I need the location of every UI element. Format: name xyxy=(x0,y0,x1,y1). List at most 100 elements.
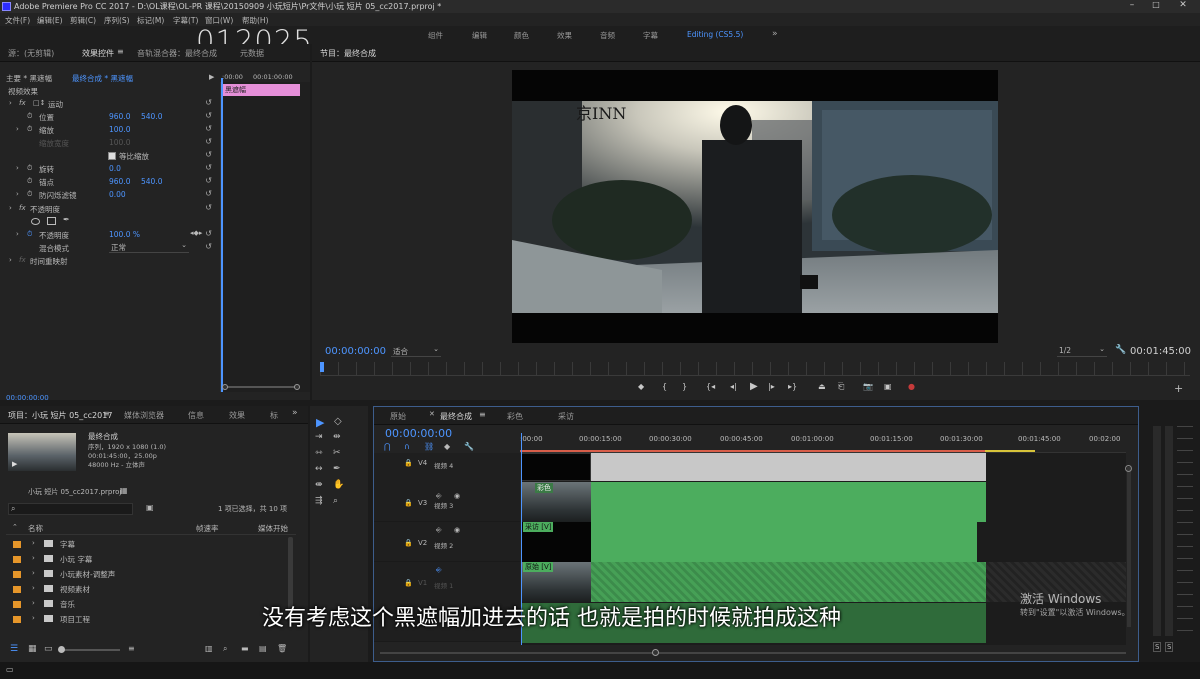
menu-title[interactable]: 字幕(T) xyxy=(173,15,198,26)
reset-scale-width-icon[interactable]: ↺ xyxy=(205,137,212,146)
clip-thumbnail[interactable]: ▶ xyxy=(8,433,76,471)
slide-tool-icon[interactable]: ⇼ xyxy=(315,480,323,490)
timeline-scroll-handle[interactable] xyxy=(652,649,659,656)
snap-icon[interactable]: ∩ xyxy=(404,442,410,451)
expand-flicker-icon[interactable]: › xyxy=(16,190,19,198)
expand-arrow-icon[interactable]: › xyxy=(32,539,35,547)
column-name[interactable]: 名称 xyxy=(28,523,43,534)
v2-green-clip[interactable] xyxy=(591,522,977,562)
track-forward-tool-icon[interactable]: ⇶ xyxy=(315,496,323,506)
v4-black-clip[interactable] xyxy=(521,453,591,481)
thumbnail-play-icon[interactable]: ▶ xyxy=(12,460,17,468)
sync-lock-icon[interactable]: ⎆ xyxy=(436,566,442,575)
rectangle-mask-icon[interactable] xyxy=(47,217,56,225)
lock-track-icon[interactable]: 🔒 xyxy=(404,499,413,507)
export-frame-icon[interactable]: 📷 xyxy=(863,382,873,391)
master-clip-label[interactable]: 主要 * 黑遮幅 xyxy=(6,73,52,86)
solo-right-button[interactable]: S xyxy=(1165,642,1174,652)
uniform-scale-checkbox[interactable] xyxy=(108,152,116,160)
minimize-button[interactable]: – xyxy=(1122,0,1142,12)
reset-opacity-icon[interactable]: ↺ xyxy=(205,229,212,238)
new-bin-icon[interactable]: ▬ xyxy=(241,644,249,653)
menu-sequence[interactable]: 序列(S) xyxy=(104,15,130,26)
mark-in-icon[interactable]: { xyxy=(662,382,667,391)
menu-edit[interactable]: 编辑(E) xyxy=(37,15,63,26)
anchor-y-value[interactable]: 540.0 xyxy=(141,177,162,190)
marker-icon[interactable]: ◆ xyxy=(444,442,450,451)
list-view-icon[interactable]: ☰ xyxy=(10,644,18,654)
program-playhead[interactable] xyxy=(320,362,324,372)
tab-effects[interactable]: 效果 xyxy=(229,410,245,421)
v3-green-clip[interactable] xyxy=(591,482,986,522)
ripple-edit-tool-icon[interactable]: ⇥ xyxy=(315,432,323,442)
effect-controls-time[interactable]: 00:00:00:00 xyxy=(6,394,49,402)
reset-scale-icon[interactable]: ↺ xyxy=(205,124,212,133)
timeline-ruler[interactable]: :00:00 00:00:15:00 00:00:30:00 00:00:45:… xyxy=(520,433,1126,453)
effect-clip-bar[interactable]: 黑遮幅 xyxy=(223,84,300,96)
reset-flicker-icon[interactable]: ↺ xyxy=(205,189,212,198)
zoom-handle-right[interactable] xyxy=(294,384,300,390)
menu-marker[interactable]: 标记(M) xyxy=(137,15,164,26)
v3-thumbnail[interactable] xyxy=(521,482,591,522)
new-item-icon[interactable]: ▤ xyxy=(259,644,267,653)
list-item[interactable]: › 小玩 字幕 xyxy=(0,552,290,567)
workspace-effects[interactable]: 效果 xyxy=(557,30,572,41)
zoom-tool-icon[interactable]: ⌕ xyxy=(333,496,338,506)
expand-arrow-icon[interactable]: › xyxy=(32,569,35,577)
solo-left-button[interactable]: S xyxy=(1153,642,1162,652)
automate-sequence-icon[interactable]: ▥ xyxy=(205,644,213,653)
tab-source[interactable]: 源：(无剪辑) xyxy=(8,48,54,59)
lock-track-icon[interactable]: 🔒 xyxy=(404,579,413,587)
sync-lock-icon[interactable]: ⎆ xyxy=(436,526,442,535)
menu-clip[interactable]: 剪辑(C) xyxy=(70,15,96,26)
column-media-start[interactable]: 媒体开始 xyxy=(258,523,288,534)
workspace-editing-cs55[interactable]: Editing (CS5.5) xyxy=(687,30,743,39)
reset-blend-icon[interactable]: ↺ xyxy=(205,242,212,251)
tab-sequence-color[interactable]: 彩色 xyxy=(507,411,523,422)
workspace-titles[interactable]: 字幕 xyxy=(643,30,658,41)
icon-view-icon[interactable]: ▦ xyxy=(28,644,37,654)
anchor-x-value[interactable]: 960.0 xyxy=(109,177,130,190)
track-header-v2[interactable]: ⎆ ◉ 🔒 V2 视频 2 xyxy=(374,522,520,562)
tab-audio-mixer[interactable]: 音轨混合器：最终合成 xyxy=(137,48,217,59)
mini-playhead[interactable] xyxy=(221,78,223,392)
resolution-select[interactable]: 1/2 ⌄ xyxy=(1057,345,1107,357)
project-search-input[interactable]: ⌕ xyxy=(8,503,133,515)
collapse-arrow-icon[interactable]: › xyxy=(9,99,12,107)
timeline-settings-icon[interactable]: 🔧 xyxy=(464,442,474,451)
program-monitor-title[interactable]: 节目：最终合成 xyxy=(320,48,376,59)
reset-position-icon[interactable]: ↺ xyxy=(205,111,212,120)
expand-arrow-icon[interactable]: › xyxy=(32,614,35,622)
close-button[interactable]: ✕ xyxy=(1170,0,1196,12)
position-x-value[interactable]: 960.0 xyxy=(109,112,130,125)
tab-project[interactable]: 项目：小玩 短片 05_cc2017 xyxy=(8,410,112,421)
clear-icon[interactable]: 🗑 xyxy=(277,644,287,653)
extract-icon[interactable]: ⎗ xyxy=(838,382,844,392)
work-area-bar[interactable] xyxy=(520,450,985,452)
list-item[interactable]: › 项目工程 xyxy=(0,612,290,627)
workspace-audio[interactable]: 音频 xyxy=(600,30,615,41)
work-area-end[interactable] xyxy=(985,450,1035,452)
comparison-icon[interactable]: ▣ xyxy=(884,382,892,391)
tab-metadata[interactable]: 元数据 xyxy=(240,48,264,59)
stopwatch-opacity-icon[interactable]: ⏱ xyxy=(27,230,32,239)
stopwatch-anchor-icon[interactable]: ⏱ xyxy=(27,177,32,186)
expand-arrow-icon[interactable]: › xyxy=(32,584,35,592)
v4-gray-clip[interactable] xyxy=(591,453,986,481)
step-forward-icon[interactable]: |▸ xyxy=(768,382,775,391)
lift-icon[interactable]: ⏏ xyxy=(818,382,826,391)
project-file-icon[interactable]: ▦ xyxy=(120,486,128,495)
pen-mask-icon[interactable]: ✒ xyxy=(63,215,70,224)
go-to-in-icon[interactable]: {◂ xyxy=(706,382,715,391)
reset-anchor-icon[interactable]: ↺ xyxy=(205,176,212,185)
stopwatch-rotation-icon[interactable]: ⏱ xyxy=(27,164,32,173)
expand-rotation-icon[interactable]: › xyxy=(16,164,19,172)
add-button-icon[interactable]: + xyxy=(1174,382,1183,395)
position-y-value[interactable]: 540.0 xyxy=(141,112,162,125)
panel-menu-icon[interactable]: ≡ xyxy=(117,47,124,56)
program-current-time[interactable]: 00:00:00:00 xyxy=(325,346,386,357)
find-footer-icon[interactable]: ⌕ xyxy=(223,644,227,654)
reset-rotation-icon[interactable]: ↺ xyxy=(205,163,212,172)
go-to-out-icon[interactable]: ▸} xyxy=(788,382,797,391)
zoom-slider[interactable] xyxy=(58,646,120,653)
